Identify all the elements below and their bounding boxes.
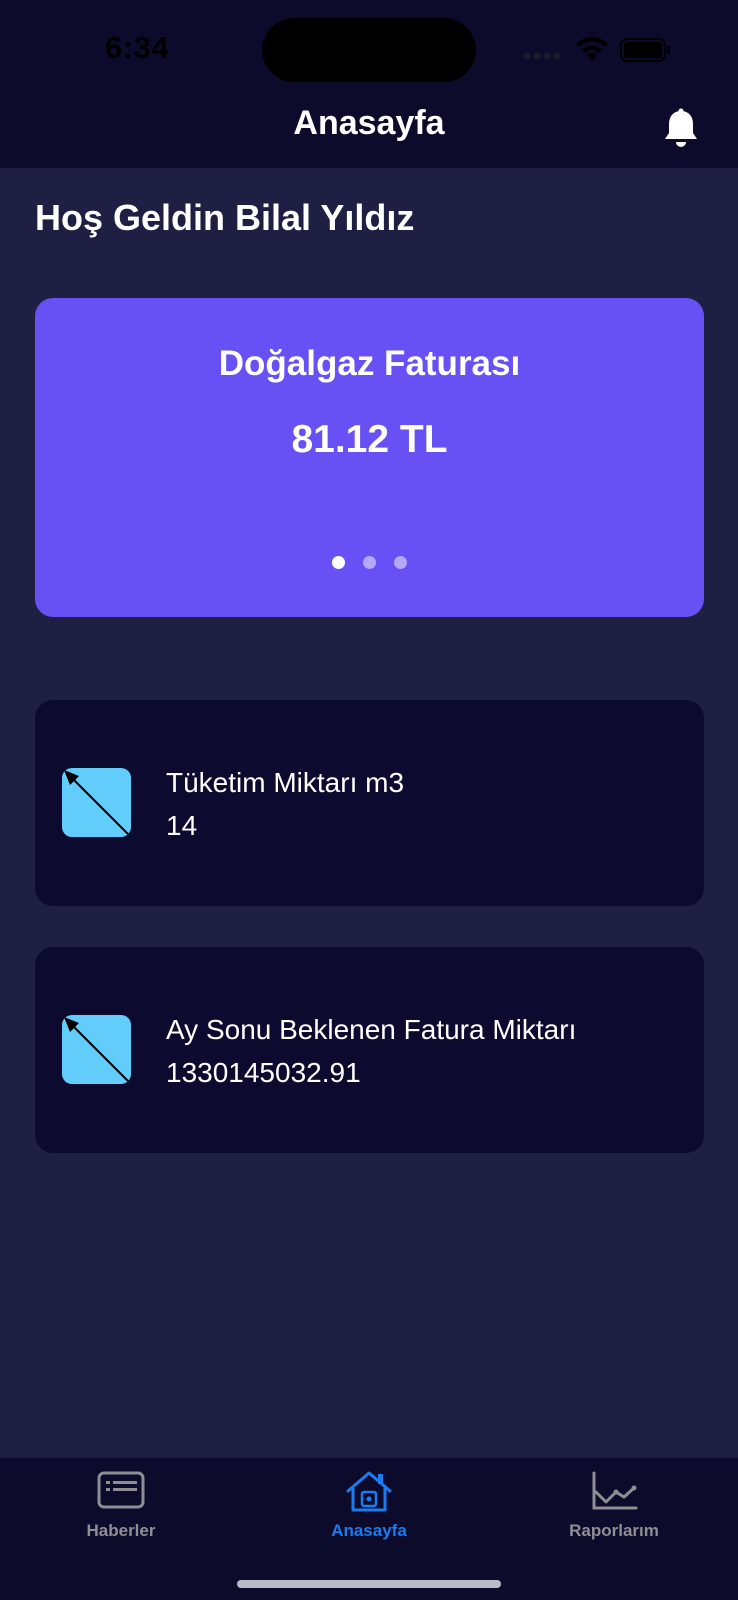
notification-bell-icon[interactable] <box>662 108 700 150</box>
broken-image-icon <box>62 1015 131 1084</box>
home-icon <box>346 1471 392 1512</box>
consumption-card: Tüketim Miktarı m3 14 <box>35 700 704 906</box>
welcome-heading: Hoş Geldin Bilal Yıldız <box>35 197 415 238</box>
bill-amount: 81.12 TL <box>291 418 448 461</box>
carousel-page-indicator[interactable] <box>35 556 704 569</box>
tab-news[interactable]: Haberler <box>31 1458 211 1558</box>
home-indicator[interactable] <box>237 1580 501 1588</box>
broken-image-icon <box>62 768 131 837</box>
card-label: Tüketim Miktarı m3 <box>166 767 405 798</box>
page-dot[interactable] <box>394 556 407 569</box>
tab-label: Anasayfa <box>331 1521 407 1540</box>
page-dot[interactable] <box>363 556 376 569</box>
dynamic-island <box>262 18 476 82</box>
status-time: 6:34 <box>105 30 170 65</box>
top-bar: 6:34 Anasayfa <box>0 0 738 168</box>
tab-label: Raporlarım <box>569 1521 659 1540</box>
chart-icon <box>592 1471 638 1510</box>
expected-bill-card: Ay Sonu Beklenen Fatura Miktarı 13301450… <box>35 947 704 1153</box>
news-icon <box>97 1471 145 1509</box>
card-value: 1330145032.91 <box>166 1057 361 1088</box>
card-value: 14 <box>166 810 198 841</box>
card-label: Ay Sonu Beklenen Fatura Miktarı <box>166 1014 577 1045</box>
cellular-signal-icon <box>523 52 561 60</box>
battery-icon <box>620 38 670 62</box>
tab-reports[interactable]: Raporlarım <box>524 1458 704 1558</box>
tab-home[interactable]: Anasayfa <box>279 1458 459 1558</box>
wifi-icon <box>576 37 608 61</box>
tab-bar: Haberler Anasayfa Raporlarım <box>0 1457 738 1600</box>
bill-carousel-card[interactable]: Doğalgaz Faturası 81.12 TL <box>35 298 704 617</box>
page-dot[interactable] <box>332 556 345 569</box>
bill-title: Doğalgaz Faturası <box>218 344 521 383</box>
page-title: Anasayfa <box>293 104 445 142</box>
tab-label: Haberler <box>86 1521 156 1540</box>
